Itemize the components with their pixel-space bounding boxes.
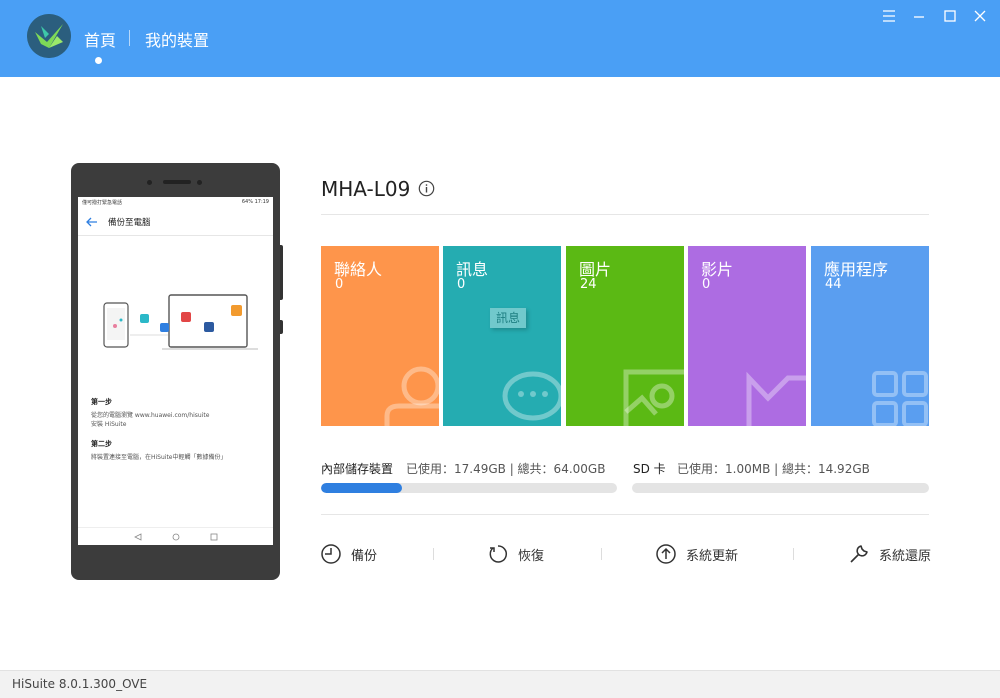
tile-applications-count: 44 [825, 277, 842, 292]
phone-screen: 僅可撥打緊急電話 64% 17:19 備份至電腦 第一步 從您的電腦瀏覽 www… [78, 197, 273, 545]
tile-messages[interactable]: 訊息 0 訊息 [443, 246, 561, 426]
step1-line2: 安裝 HiSuite [91, 421, 127, 428]
nav-recent-icon [210, 533, 217, 540]
nav-divider [129, 30, 130, 46]
sd-card-label: SD 卡 [633, 462, 666, 476]
device-name: MHA-L09 [321, 177, 411, 201]
video-icon [746, 371, 806, 426]
phone-sensor [147, 180, 152, 185]
version-label: HiSuite 8.0.1.300_OVE [12, 677, 148, 691]
phone-screen-title: 備份至電腦 [108, 217, 151, 228]
phone-volume-button [280, 245, 283, 300]
menu-button[interactable] [879, 6, 899, 26]
nav-home-icon [172, 533, 179, 540]
phone-app-bar: 備份至電腦 [78, 208, 273, 236]
title-bar: 首頁 我的裝置 [0, 0, 1000, 77]
tile-overlay-label: 訊息 [490, 308, 526, 328]
divider [321, 514, 929, 515]
phone-status-left: 僅可撥打緊急電話 [82, 200, 123, 206]
hisuite-logo-icon [27, 14, 71, 58]
apps-grid-icon [872, 371, 928, 426]
tile-messages-count: 0 [457, 277, 466, 292]
sd-card-bar [632, 483, 929, 493]
minimize-button[interactable] [909, 6, 929, 26]
backup-button[interactable]: 備份 [320, 543, 377, 565]
step2-line1: 將裝置連接至電腦，在HiSuite中輕觸「數據備份」 [91, 454, 227, 461]
system-update-button[interactable]: 系統更新 [655, 543, 738, 565]
maximize-icon [944, 10, 956, 22]
internal-storage-bar [321, 483, 617, 493]
nav-my-device-tab[interactable]: 我的裝置 [145, 27, 209, 51]
tile-videos[interactable]: 影片 0 [688, 246, 806, 426]
backup-label: 備份 [351, 548, 378, 564]
restore-label: 恢復 [518, 548, 545, 564]
back-arrow-icon [86, 215, 100, 229]
system-restore-button[interactable]: 系統還原 [848, 543, 931, 565]
wrench-icon [848, 543, 870, 565]
internal-storage-fill [321, 483, 402, 493]
active-tab-indicator [95, 57, 102, 64]
phone-camera [197, 180, 202, 185]
image-icon [623, 369, 684, 426]
restore-icon [487, 543, 509, 565]
update-icon [655, 543, 677, 565]
phone-status-right: 64% 17:19 [241, 199, 269, 205]
action-divider [601, 548, 602, 560]
action-divider [793, 548, 794, 560]
sd-card-value: 已使用：1.00MB | 總共：14.92GB [677, 462, 870, 476]
maximize-button[interactable] [940, 6, 960, 26]
menu-icon [883, 10, 895, 22]
system-update-label: 系統更新 [686, 548, 739, 564]
system-restore-label: 系統還原 [879, 548, 932, 564]
phone-preview: 僅可撥打緊急電話 64% 17:19 備份至電腦 第一步 從您的電腦瀏覽 www… [71, 163, 280, 580]
divider [321, 214, 929, 215]
close-icon [974, 10, 986, 22]
tile-applications[interactable]: 應用程序 44 [811, 246, 929, 426]
chat-bubble-icon [502, 371, 561, 421]
backup-icon [320, 543, 342, 565]
minimize-icon [914, 16, 924, 18]
tile-videos-count: 0 [702, 277, 711, 292]
nav-back-icon [133, 532, 141, 541]
phone-power-button [280, 320, 283, 334]
status-bar: HiSuite 8.0.1.300_OVE [0, 670, 1000, 698]
info-icon[interactable] [418, 180, 435, 197]
step1-title: 第一步 [91, 398, 112, 406]
internal-storage-label: 內部儲存裝置 [321, 462, 394, 476]
backup-illustration [103, 294, 258, 350]
action-divider [433, 548, 434, 560]
phone-nav-bar [78, 527, 273, 545]
internal-storage-value: 已使用：17.49GB | 總共：64.00GB [406, 462, 606, 476]
phone-status-bar: 僅可撥打緊急電話 64% 17:19 [78, 197, 273, 208]
close-button[interactable] [970, 6, 990, 26]
tile-contacts[interactable]: 聯絡人 0 [321, 246, 439, 426]
tile-contacts-count: 0 [335, 277, 344, 292]
tile-pictures[interactable]: 圖片 24 [566, 246, 684, 426]
step1-line1: 從您的電腦瀏覽 www.huawei.com/hisuite [91, 412, 210, 419]
step2-title: 第二步 [91, 440, 112, 448]
person-icon [384, 366, 439, 426]
restore-button[interactable]: 恢復 [487, 543, 544, 565]
nav-home-tab[interactable]: 首頁 [84, 27, 116, 51]
phone-speaker [163, 180, 191, 184]
tile-pictures-count: 24 [580, 277, 597, 292]
